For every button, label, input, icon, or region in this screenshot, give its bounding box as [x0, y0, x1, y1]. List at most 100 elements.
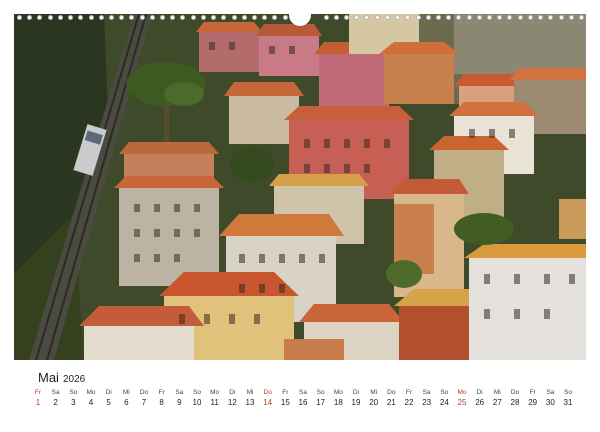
binding-hole	[384, 15, 390, 20]
day-number: 16	[298, 398, 308, 407]
binding-hole	[78, 15, 84, 20]
day-number: 4	[88, 398, 94, 407]
weekday-label: Di	[476, 389, 483, 396]
day-cell: Mi 20	[365, 388, 383, 409]
binding-hole	[476, 15, 482, 20]
day-cell: So 3	[64, 388, 82, 409]
weekday-label: So	[440, 389, 449, 396]
binding-hole	[446, 15, 452, 20]
day-row: Fr 1 Sa 2 So 3 Mo 4 Di 5 Mi 6 Do 7 Fr 8 Sa 9 So 10 Mo 11 Di 12 M…	[35, 388, 573, 414]
weekday-label: Mi	[122, 389, 130, 396]
binding-hole	[343, 15, 349, 20]
day-cell: Fr 1	[29, 388, 47, 409]
binding-hole	[395, 15, 401, 20]
weekday-label: Fr	[158, 389, 165, 396]
day-number: 13	[245, 398, 255, 407]
day-cell: Mo 11	[206, 388, 224, 409]
day-number: 1	[35, 398, 41, 407]
day-number: 9	[177, 398, 182, 407]
day-number: 23	[422, 398, 432, 407]
weekday-label: Di	[105, 389, 112, 396]
weekday-label: Sa	[51, 389, 60, 396]
day-number: 24	[439, 398, 449, 407]
day-cell: So 31	[559, 388, 577, 409]
weekday-label: Sa	[422, 389, 431, 396]
day-number: 2	[53, 398, 58, 407]
month-name: Mai	[38, 370, 59, 385]
binding-hole	[200, 15, 206, 20]
binding-hole	[415, 15, 421, 20]
binding-hole	[548, 15, 554, 20]
day-number: 3	[71, 398, 76, 407]
binding-hole	[119, 15, 125, 20]
day-number: 18	[333, 398, 343, 407]
binding-hole	[17, 15, 22, 20]
day-number: 28	[510, 398, 520, 407]
binding-hole	[333, 15, 339, 20]
day-cell: So 17	[312, 388, 330, 409]
weekday-label: Sa	[175, 389, 184, 396]
weekday-label: Mo	[333, 389, 343, 396]
binding-hole	[221, 15, 227, 20]
day-cell: Fr 22	[400, 388, 418, 409]
weekday-label: Mo	[457, 389, 467, 396]
binding-hole	[579, 15, 584, 20]
day-number: 5	[106, 398, 111, 407]
day-number: 17	[316, 398, 326, 407]
binding-hole	[68, 15, 74, 20]
day-cell: Mo 25	[453, 388, 471, 409]
binding-hole	[108, 15, 114, 20]
binding-hole	[241, 15, 247, 20]
day-cell: Sa 23	[418, 388, 436, 409]
hillside-houses-illustration	[14, 14, 586, 360]
binding-hole	[435, 15, 441, 20]
binding-hole	[149, 15, 155, 20]
day-cell: Do 14	[259, 388, 277, 409]
day-cell: Fr 29	[524, 388, 542, 409]
weekday-label: Fr	[34, 389, 42, 396]
binding-hole	[231, 15, 237, 20]
weekday-label: So	[193, 389, 201, 396]
day-number: 20	[369, 398, 379, 407]
weekday-label: Mo	[210, 389, 220, 396]
day-cell: Mo 18	[329, 388, 347, 409]
day-cell: Mi 13	[241, 388, 259, 409]
weekday-label: Di	[352, 389, 360, 396]
weekday-label: Sa	[546, 389, 555, 396]
day-cell: Di 19	[347, 388, 365, 409]
day-cell: Mi 27	[488, 388, 506, 409]
binding-hole	[538, 15, 544, 20]
day-cell: Sa 16	[294, 388, 312, 409]
binding-hole	[374, 15, 380, 20]
day-number: 31	[563, 398, 573, 407]
weekday-label: Fr	[405, 389, 413, 396]
binding-hole	[180, 15, 186, 20]
binding-hole	[497, 15, 503, 20]
binding-hole	[456, 15, 462, 20]
day-cell: Do 7	[135, 388, 153, 409]
weekday-label: Fr	[529, 389, 536, 396]
weekday-label: Mi	[493, 389, 501, 396]
weekday-label: Fr	[282, 389, 289, 396]
day-cell: Sa 30	[541, 388, 559, 409]
day-cell: So 10	[188, 388, 206, 409]
binding-hole	[37, 15, 43, 20]
weekday-label: Do	[139, 389, 149, 396]
weekday-label: Mi	[370, 389, 378, 396]
day-number: 22	[404, 398, 414, 407]
month-calendar-strip: Mai 2026 Fr 1 Sa 2 So 3 Mo 4 Di 5 Mi 6 Do 7 Fr 8 Sa 9 So 10 M…	[14, 360, 586, 418]
month-title: Mai 2026	[38, 370, 85, 385]
day-cell: Di 12	[223, 388, 241, 409]
weekday-label: Do	[510, 389, 520, 396]
day-number: 7	[141, 398, 147, 407]
cityscape-photo	[14, 14, 586, 360]
binding-hole	[98, 15, 104, 20]
weekday-label: So	[316, 389, 325, 396]
day-cell: So 24	[435, 388, 453, 409]
day-cell: Do 28	[506, 388, 524, 409]
binding-hole	[364, 15, 370, 20]
binding-hole	[252, 15, 258, 20]
day-number: 14	[263, 398, 273, 407]
day-number: 11	[210, 398, 219, 407]
binding-hole	[354, 15, 360, 20]
